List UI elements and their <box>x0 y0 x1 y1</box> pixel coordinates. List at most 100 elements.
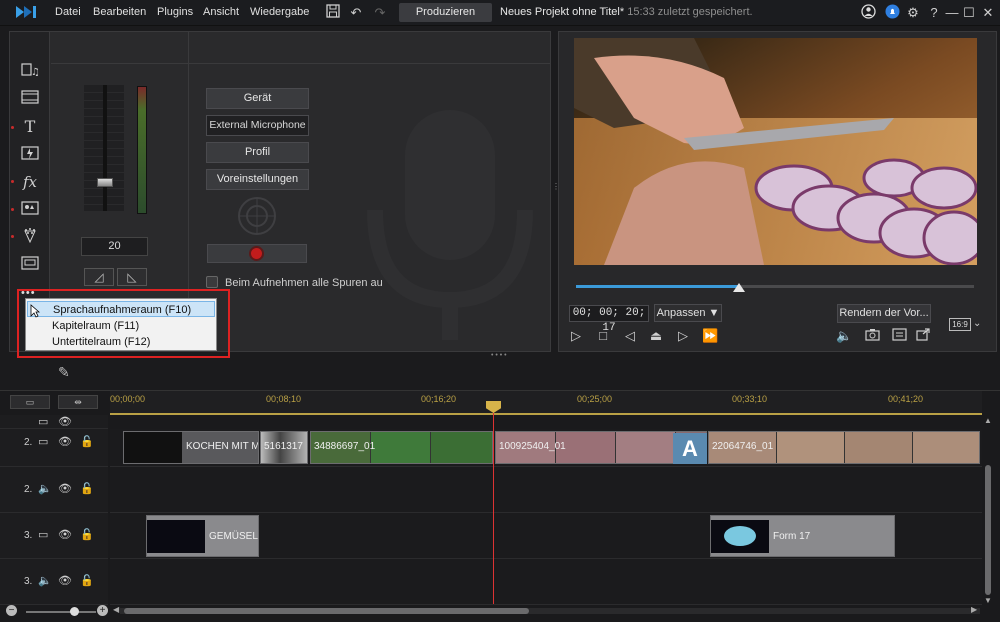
record-icon <box>249 246 264 261</box>
eye-icon[interactable]: 👁 <box>58 435 72 448</box>
edit-pen-icon[interactable]: ✎ <box>58 364 78 382</box>
horizontal-scrollbar-thumb[interactable] <box>124 608 529 614</box>
clip-thumbnail <box>616 432 676 463</box>
account-icon[interactable] <box>859 4 877 22</box>
redo-icon[interactable]: ↷ <box>371 4 389 22</box>
menu-datei[interactable]: Datei <box>55 6 81 18</box>
video-clip[interactable]: KOCHEN MIT M <box>123 431 259 464</box>
previous-frame-icon[interactable]: ◁ <box>622 328 638 344</box>
camera-snapshot-icon[interactable] <box>864 328 880 344</box>
fit-timeline-button[interactable]: ⇹ <box>58 395 98 409</box>
lock-icon[interactable]: 🔓 <box>80 482 94 495</box>
clip-label: KOCHEN MIT M <box>186 441 259 452</box>
eye-icon[interactable]: 👁 <box>58 574 72 587</box>
crosshair-target-icon <box>238 197 276 235</box>
volume-fader-handle[interactable] <box>97 178 113 187</box>
subtitle-toggle-icon[interactable] <box>891 328 907 344</box>
menu-ansicht[interactable]: Ansicht <box>203 6 239 18</box>
timecode-display[interactable]: 00; 00; 20; 17 <box>569 305 649 334</box>
video-clip[interactable]: GEMÜSELA <box>146 515 259 557</box>
menu-wiedergabe[interactable]: Wiedergabe <box>250 6 309 18</box>
scroll-left-icon[interactable]: ◀ <box>113 605 119 614</box>
video-track-icon: ▭ <box>38 529 49 541</box>
video-clip[interactable]: 5161317 <box>260 431 308 464</box>
volume-icon[interactable]: 🔈 <box>836 328 852 344</box>
track-lane-video-3[interactable]: GEMÜSELA Form 17 <box>110 513 982 559</box>
menu-plugins[interactable]: Plugins <box>157 6 193 18</box>
device-button[interactable]: Gerät <box>206 88 309 109</box>
storyboard-view-button[interactable]: ▭ <box>10 395 50 409</box>
video-clip-room-icon[interactable] <box>20 89 40 109</box>
profile-button[interactable]: Profil <box>206 142 309 163</box>
clip-label: 22064746_01 <box>712 441 774 452</box>
eye-icon[interactable]: 👁 <box>58 482 72 495</box>
scroll-up-icon[interactable]: ▲ <box>984 416 992 425</box>
pip-objects-room-icon[interactable] <box>20 200 40 220</box>
vertical-scrollbar-thumb[interactable] <box>985 465 991 595</box>
playhead-line <box>493 404 494 604</box>
lock-icon[interactable]: 🔓 <box>80 574 94 587</box>
video-preview-image <box>574 38 977 265</box>
preview-scrubber-handle[interactable] <box>733 283 746 292</box>
track-lane-video-2[interactable]: KOCHEN MIT M 5161317 34886697_01 1009254… <box>110 429 982 467</box>
clip-thumbnail <box>431 432 492 463</box>
fade-out-button[interactable]: ◺ <box>117 268 147 286</box>
media-room-icon[interactable]: ♫ <box>20 62 40 82</box>
video-clip[interactable]: Form 17 <box>710 515 895 557</box>
timeline-ruler[interactable] <box>110 391 982 415</box>
produce-button[interactable]: Produzieren <box>399 3 492 22</box>
clip-thumbnail <box>913 432 979 463</box>
scroll-down-icon[interactable]: ▼ <box>984 596 992 605</box>
device-field[interactable]: External Microphone <box>206 115 309 136</box>
volume-fader-track[interactable] <box>103 85 107 211</box>
maximize-icon[interactable]: ☐ <box>960 4 978 22</box>
subtitle-room-icon[interactable] <box>20 255 40 275</box>
transition-room-icon[interactable] <box>20 145 40 165</box>
clip-thumbnail <box>845 432 913 463</box>
track-lane-audio-2[interactable] <box>110 467 982 513</box>
chevron-down-icon[interactable]: ⌄ <box>973 318 981 329</box>
save-icon[interactable] <box>324 4 342 22</box>
panel-divider-grip[interactable]: ⋮ <box>552 183 560 191</box>
fade-in-button[interactable]: ◿ <box>84 268 114 286</box>
play-icon[interactable]: ▷ <box>568 328 584 344</box>
ruler-label: 00;41;20 <box>888 394 924 404</box>
track-lane-audio-3[interactable] <box>110 559 982 605</box>
particle-room-icon[interactable] <box>20 227 40 247</box>
take-snapshot-marker-icon[interactable]: ⏏ <box>648 328 664 344</box>
undock-window-icon[interactable] <box>915 328 931 344</box>
aspect-ratio-button[interactable]: 16:9 <box>949 318 971 331</box>
zoom-slider-track[interactable] <box>26 611 96 613</box>
mute-all-checkbox[interactable] <box>206 276 218 288</box>
title-room-icon[interactable]: T <box>20 117 40 137</box>
stop-icon[interactable]: □ <box>595 328 611 344</box>
minimize-icon[interactable]: — <box>943 4 961 22</box>
effects-room-icon[interactable]: fx <box>20 172 40 192</box>
notification-icon[interactable] <box>883 4 901 22</box>
zoom-out-icon[interactable]: − <box>6 605 17 616</box>
fast-forward-icon[interactable]: ⏩ <box>702 328 718 344</box>
fit-dropdown[interactable]: Anpassen ▼ <box>654 304 722 322</box>
ruler-label: 00;08;10 <box>266 394 302 404</box>
menu-bearbeiten[interactable]: Bearbeiten <box>93 6 146 18</box>
title-clip-icon[interactable]: A <box>673 433 707 464</box>
eye-icon[interactable]: 👁 <box>58 528 72 541</box>
undo-icon[interactable]: ↶ <box>347 4 365 22</box>
volume-level-input[interactable]: 20 <box>81 237 148 256</box>
eye-icon[interactable]: 👁 <box>58 415 72 428</box>
next-frame-icon[interactable]: ▷ <box>675 328 691 344</box>
track-header-video-3: 3. ▭ 👁 🔓 <box>0 513 108 559</box>
help-icon[interactable]: ? <box>925 4 943 22</box>
video-clip[interactable]: 22064746_01 <box>708 431 980 464</box>
lock-icon[interactable]: 🔓 <box>80 528 94 541</box>
zoom-in-icon[interactable]: + <box>97 605 108 616</box>
settings-gear-icon[interactable]: ⚙ <box>904 4 922 22</box>
lock-icon[interactable]: 🔓 <box>80 435 94 448</box>
render-preview-button[interactable]: Rendern der Vor... <box>837 304 931 323</box>
scroll-right-icon[interactable]: ▶ <box>971 605 977 614</box>
zoom-slider-handle[interactable] <box>70 607 79 616</box>
video-clip[interactable]: 34886697_01 <box>310 431 493 464</box>
panel-resize-grip[interactable]: • • • • <box>491 352 507 359</box>
close-icon[interactable]: ✕ <box>979 4 997 22</box>
preferences-button[interactable]: Voreinstellungen <box>206 169 309 190</box>
